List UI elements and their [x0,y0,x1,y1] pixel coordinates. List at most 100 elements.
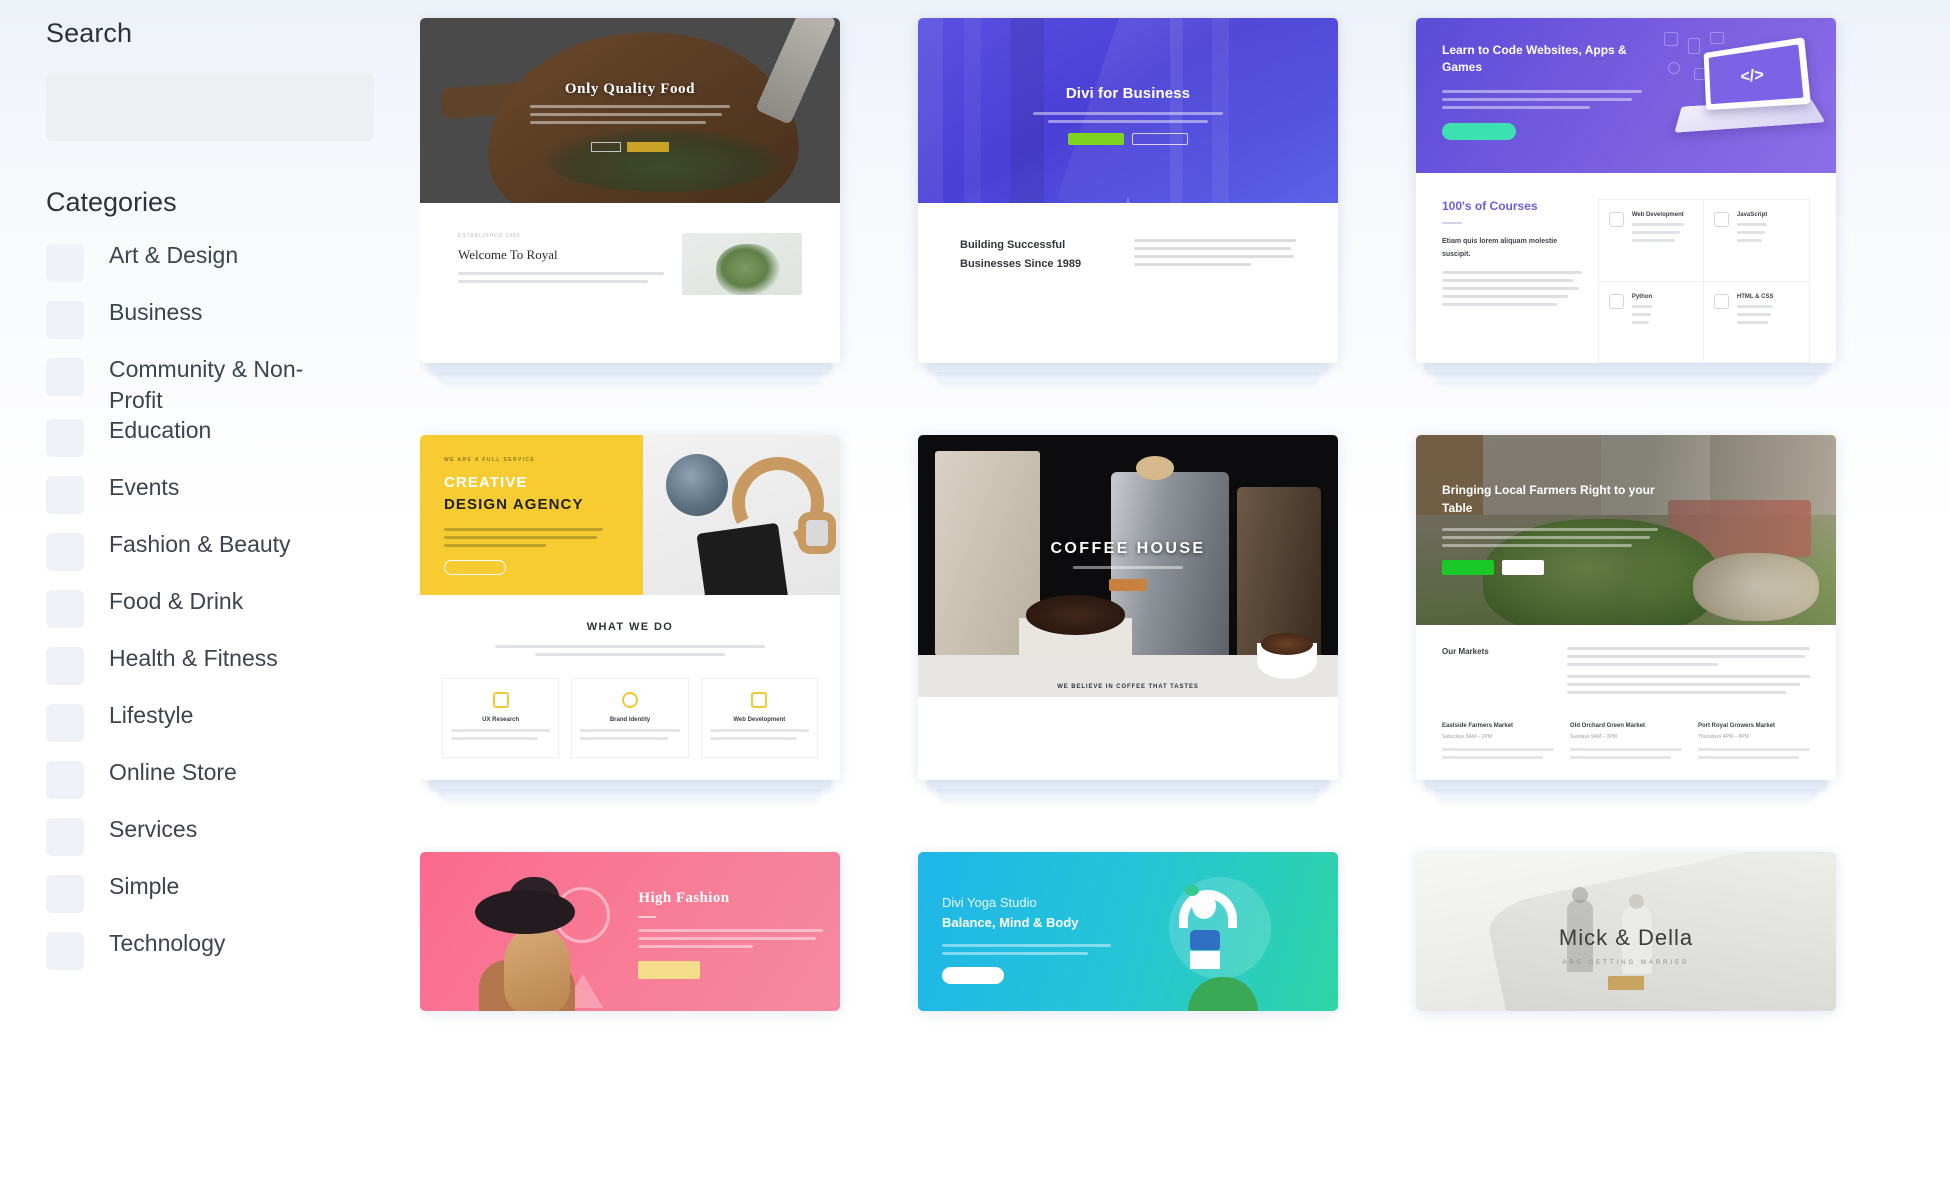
checkbox-icon[interactable] [46,761,84,800]
thumb-hero-heading: COFFEE HOUSE [1050,539,1206,557]
thumb-hero-kicker: WE ARE A FULL SERVICE [444,457,536,463]
category-item-health-fitness[interactable]: Health & Fitness [46,643,420,700]
category-item-lifestyle[interactable]: Lifestyle [46,700,420,757]
feature-icon [1713,293,1729,309]
card-thumbnail: Learn to Code Websites, Apps & Games 100… [1416,18,1836,363]
thumb-hero-heading: Divi for Business [1065,84,1191,102]
card-thumbnail: COFFEE HOUSE WE BELIEVE IN COFFEE THAT T… [918,435,1338,780]
feature-box: Brand Identity [571,678,689,758]
feature-box: Python [1599,281,1704,362]
checkbox-icon[interactable] [46,244,84,282]
thumb-hero-heading: Bringing Local Farmers Right to your Tab… [1442,482,1655,515]
layout-pack-grid: Only Quality Food ESTABLISHED 1985 Welco… [420,0,1950,1179]
thumb-cta-button [444,559,506,575]
category-item-fashion-beauty[interactable]: Fashion & Beauty [46,529,420,586]
category-item-community-non-profit[interactable]: Community & Non-Profit [46,354,420,415]
feature-box: Web Development [1598,200,1704,282]
layout-pack-card-high-fashion[interactable]: High Fashion [420,852,840,1011]
checkbox-icon[interactable] [46,533,84,572]
search-input[interactable] [46,73,374,141]
category-label: Food & Drink [109,588,244,615]
feature-title: HTML & CSS [1736,293,1774,300]
category-label: Education [109,417,212,444]
card-thumbnail: Divi for Business Buildi [918,18,1338,363]
thumb-section-heading: Our Markets [1442,647,1489,656]
thumb-section-heading: Welcome To Royal [458,247,558,262]
checkbox-icon[interactable] [46,647,84,686]
laptop-illustration [1670,37,1826,137]
category-item-art-design[interactable]: Art & Design [46,240,420,297]
checkbox-icon[interactable] [46,419,84,458]
layout-pack-card-wedding[interactable]: Mick & Della ARE GETTING MARRIED [1416,852,1836,1011]
feature-title: Web Development [733,717,786,723]
thumb-section-heading: 100's of Courses [1442,199,1538,213]
category-label: Fashion & Beauty [109,531,291,558]
layout-pack-card-coffee-shop[interactable]: COFFEE HOUSE WE BELIEVE IN COFFEE THAT T… [918,435,1338,799]
layout-pack-card-lms[interactable]: Learn to Code Websites, Apps & Games 100… [1416,18,1836,382]
layout-pack-card-yoga-studio[interactable]: Divi Yoga Studio Balance, Mind & Body [918,852,1338,1011]
category-item-food-drink[interactable]: Food & Drink [46,586,420,643]
category-label: Services [109,816,198,843]
category-item-services[interactable]: Services [46,814,420,871]
thumb-cta-button [638,961,701,980]
category-list: Art & Design Business Community & Non-Pr… [46,240,420,985]
feature-title: JavaScript [1736,212,1768,218]
layout-pack-card-restaurant[interactable]: Only Quality Food ESTABLISHED 1985 Welco… [420,18,840,382]
checkbox-icon[interactable] [46,704,84,743]
checkbox-icon[interactable] [46,301,84,339]
thumb-hero-heading: High Fashion [638,890,730,907]
checkbox-icon[interactable] [46,590,84,629]
search-heading: Search [46,18,133,48]
thumb-section-heading: WE BELIEVE IN COFFEE THAT TASTES [1057,684,1199,690]
thumb-cta-button [942,967,1004,985]
layout-pack-browser: Search Categories Art & Design Business … [0,0,1950,1179]
category-label: Business [109,299,203,325]
category-item-events[interactable]: Events [46,472,420,529]
feature-icon [1608,293,1624,309]
thumb-section-heading: WHAT WE DO [586,621,674,633]
thumb-primary-button [1442,559,1494,575]
feature-box: UX Research [442,678,560,758]
feature-icon [751,692,768,708]
category-item-online-store[interactable]: Online Store [46,757,420,814]
category-item-simple[interactable]: Simple [46,871,420,928]
category-item-business[interactable]: Business [46,297,420,354]
checkbox-icon[interactable] [46,476,84,515]
thumb-hero-heading-line1: CREATIVE [444,474,528,491]
checkbox-icon[interactable] [46,875,84,914]
scroll-down-icon [1128,195,1129,196]
categories-heading: Categories [46,187,177,217]
category-item-technology[interactable]: Technology [46,928,420,985]
feature-icon [621,692,638,708]
checkbox-icon[interactable] [46,358,84,396]
thumb-hero-heading: Only Quality Food [564,80,696,97]
thumb-hero-subheading: ARE GETTING MARRIED [1562,960,1690,967]
category-label: Community & Non-Profit [109,356,304,413]
feature-title: Web Development [1631,212,1684,218]
layout-pack-card-design-agency[interactable]: WE ARE A FULL SERVICE CREATIVE DESIGN AG… [420,435,840,799]
market-column: Old Orchard Green Market Sundays 9AM – 3… [1570,723,1682,764]
layout-pack-card-farmers-market[interactable]: Bringing Local Farmers Right to your Tab… [1416,435,1836,799]
category-label: Technology [109,930,226,957]
category-item-education[interactable]: Education [46,415,420,472]
thumb-cta-button [1109,578,1147,591]
thumb-secondary-button [1502,559,1544,575]
thumb-hero-heading: Learn to Code Websites, Apps & Games [1442,43,1627,75]
feature-box: JavaScript [1703,200,1809,282]
card-thumbnail: WE ARE A FULL SERVICE CREATIVE DESIGN AG… [420,435,840,780]
category-label: Online Store [109,759,237,786]
card-thumbnail: Bringing Local Farmers Right to your Tab… [1416,435,1836,780]
category-label: Events [109,474,180,501]
category-label: Health & Fitness [109,645,278,672]
card-thumbnail: Only Quality Food ESTABLISHED 1985 Welco… [420,18,840,363]
thumb-secondary-button [1132,132,1188,145]
market-name: Port Royal Growers Market [1698,723,1776,729]
card-thumbnail: Mick & Della ARE GETTING MARRIED [1416,852,1836,1011]
checkbox-icon[interactable] [46,932,84,971]
checkbox-icon[interactable] [46,818,84,857]
layout-pack-card-agency[interactable]: Divi for Business Buildi [918,18,1338,382]
thumb-section-heading: Building Successful Businesses Since 198… [960,239,1082,271]
feature-title: Python [1631,293,1653,300]
thumb-primary-button [1068,132,1124,145]
feature-icon [492,692,509,708]
